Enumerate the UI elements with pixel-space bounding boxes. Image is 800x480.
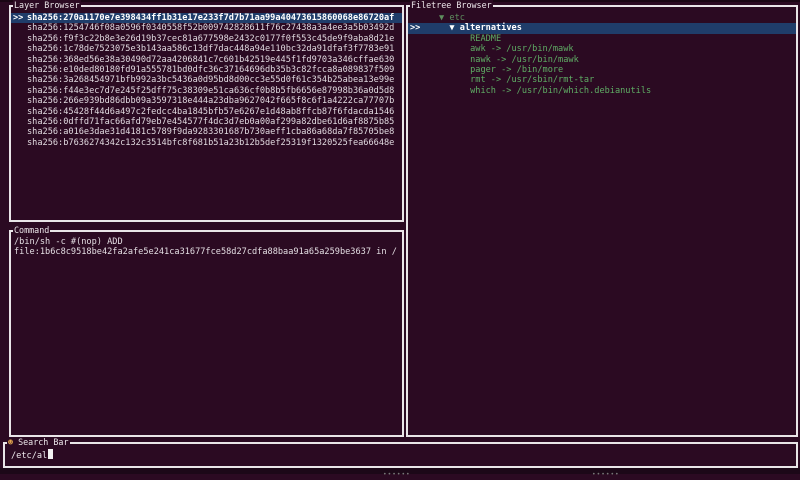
layer-digest: sha256:1254746f08a0596f0340558f52b009742…: [27, 23, 395, 34]
layer-digest: sha256:e10ded80180fd91a555781bd0dfc36c37…: [27, 64, 395, 75]
layer-digest: sha256:a016e3dae31d4181c5789f9da92833016…: [27, 127, 395, 138]
layer-row[interactable]: >> sha256:270a1170e7e398434ff1b31e17e233f…: [11, 13, 402, 24]
layer-digest: sha256:1c78de7523075e3b143aa586c13df7dac…: [27, 44, 395, 55]
scroll-handle-right[interactable]: ••••••: [592, 470, 620, 478]
layer-row[interactable]: sha256:266e939bd86dbb09a3597318e444a23db…: [11, 96, 402, 106]
filetree-row[interactable]: ▼ etc: [408, 13, 796, 23]
filetree-entry-name: awk -> /usr/bin/mawk: [470, 44, 574, 55]
search-input-value: /etc/al: [11, 451, 48, 461]
layer-list[interactable]: >> sha256:270a1170e7e398434ff1b31e17e233f…: [11, 13, 402, 148]
filetree-browser-title: Filetree Browser: [410, 0, 493, 11]
filetree-row[interactable]: which -> /usr/bin/which.debianutils: [408, 86, 796, 96]
search-bar-panel[interactable]: ☻ Search Bar /etc/al: [3, 437, 798, 468]
filetree-browser-panel[interactable]: Filetree Browser ▼ etc >> ▼ alternatives …: [406, 0, 798, 437]
filetree-row[interactable]: rmt -> /usr/sbin/rmt-tar: [408, 75, 796, 85]
layer-row[interactable]: sha256:e10ded80180fd91a555781bd0dfc36c37…: [11, 65, 402, 75]
layer-digest: sha256:3a268454971bfb992a3bc5436a0d95bd8…: [27, 75, 395, 86]
filetree-entry-name: etc: [449, 13, 465, 23]
bottom-status-strip: •••••• ••••••: [0, 468, 800, 478]
filetree-row[interactable]: pager -> /bin/more: [408, 65, 796, 75]
filetree-entry-name: pager -> /bin/more: [470, 64, 564, 75]
command-line-1: /bin/sh -c #(nop) ADD: [14, 237, 123, 247]
layer-digest: sha256:f9f3c22b8e3e26d19b37cec81a677598e…: [27, 33, 395, 44]
filetree-entry-name: alternatives: [459, 23, 522, 34]
layer-row[interactable]: sha256:1254746f08a0596f0340558f52b009742…: [11, 23, 402, 33]
layer-row[interactable]: sha256:3a268454971bfb992a3bc5436a0d95bd8…: [11, 75, 402, 85]
layer-row[interactable]: sha256:1c78de7523075e3b143aa586c13df7dac…: [11, 44, 402, 54]
command-line-2: file:1b6c8c9518be42fa2afe5e241ca31677fce…: [14, 247, 397, 258]
command-title: Command: [13, 225, 51, 236]
search-input[interactable]: /etc/al: [11, 449, 54, 461]
collapse-arrow-icon[interactable]: ▼: [439, 13, 444, 23]
layer-digest: sha256:368ed56e38a30490d72aa4206841c7c60…: [27, 54, 395, 65]
collapse-arrow-icon[interactable]: ▼: [449, 23, 454, 33]
filetree-row[interactable]: README: [408, 34, 796, 44]
filetree-row[interactable]: >> ▼ alternatives: [408, 23, 796, 34]
top-edge: [0, 0, 800, 2]
search-emoji-icon: ☻: [8, 437, 14, 447]
filetree-entry-name: which -> /usr/bin/which.debianutils: [470, 85, 652, 96]
layer-digest: sha256:f44e3ec7d7e245f25dff75c38309e51ca…: [27, 85, 395, 96]
layer-row[interactable]: sha256:b7636274342c132c3514bfc8f681b51a2…: [11, 138, 402, 148]
layer-digest: sha256:270a1170e7e398434ff1b31e17e233f7d…: [27, 13, 395, 23]
search-bar-title: ☻ Search Bar: [7, 437, 70, 448]
filetree-list[interactable]: ▼ etc >> ▼ alternatives README awk -> /us…: [408, 13, 796, 96]
selection-cursor: >>: [13, 13, 24, 23]
layer-row[interactable]: sha256:a016e3dae31d4181c5789f9da92833016…: [11, 127, 402, 137]
layer-digest: sha256:0dffd71fac66afd79eb7e454577f4dc3d…: [27, 116, 395, 127]
layer-row[interactable]: sha256:0dffd71fac66afd79eb7e454577f4dc3d…: [11, 117, 402, 127]
layer-row[interactable]: sha256:368ed56e38a30490d72aa4206841c7c60…: [11, 55, 402, 65]
layer-row[interactable]: sha256:f44e3ec7d7e245f25dff75c38309e51ca…: [11, 86, 402, 96]
layer-row[interactable]: sha256:45428f44d6a497c2fedcc4ba1845bfb57…: [11, 107, 402, 117]
layer-browser-panel[interactable]: Layer Browser >> sha256:270a1170e7e398434…: [9, 0, 404, 222]
layer-digest: sha256:b7636274342c132c3514bfc8f681b51a2…: [27, 137, 395, 148]
layer-row[interactable]: sha256:f9f3c22b8e3e26d19b37cec81a677598e…: [11, 34, 402, 44]
layer-digest: sha256:266e939bd86dbb09a3597318e444a23db…: [27, 96, 395, 107]
filetree-entry-name: rmt -> /usr/sbin/rmt-tar: [470, 75, 595, 86]
filetree-row[interactable]: awk -> /usr/bin/mawk: [408, 44, 796, 54]
command-text: /bin/sh -c #(nop) ADD file:1b6c8c9518be42…: [14, 237, 399, 258]
layer-digest: sha256:45428f44d6a497c2fedcc4ba1845bfb57…: [27, 106, 395, 117]
layer-browser-title: Layer Browser: [13, 0, 81, 11]
filetree-entry-name: nawk -> /usr/bin/mawk: [470, 54, 579, 65]
text-caret: [48, 449, 54, 459]
filetree-row[interactable]: nawk -> /usr/bin/mawk: [408, 55, 796, 65]
search-bar-label: Search Bar: [18, 437, 69, 447]
scroll-handle-left[interactable]: ••••••: [383, 470, 411, 478]
selection-cursor: >>: [410, 23, 421, 34]
command-panel: Command /bin/sh -c #(nop) ADD file:1b6c8c…: [9, 225, 404, 437]
filetree-entry-name: README: [470, 33, 502, 44]
